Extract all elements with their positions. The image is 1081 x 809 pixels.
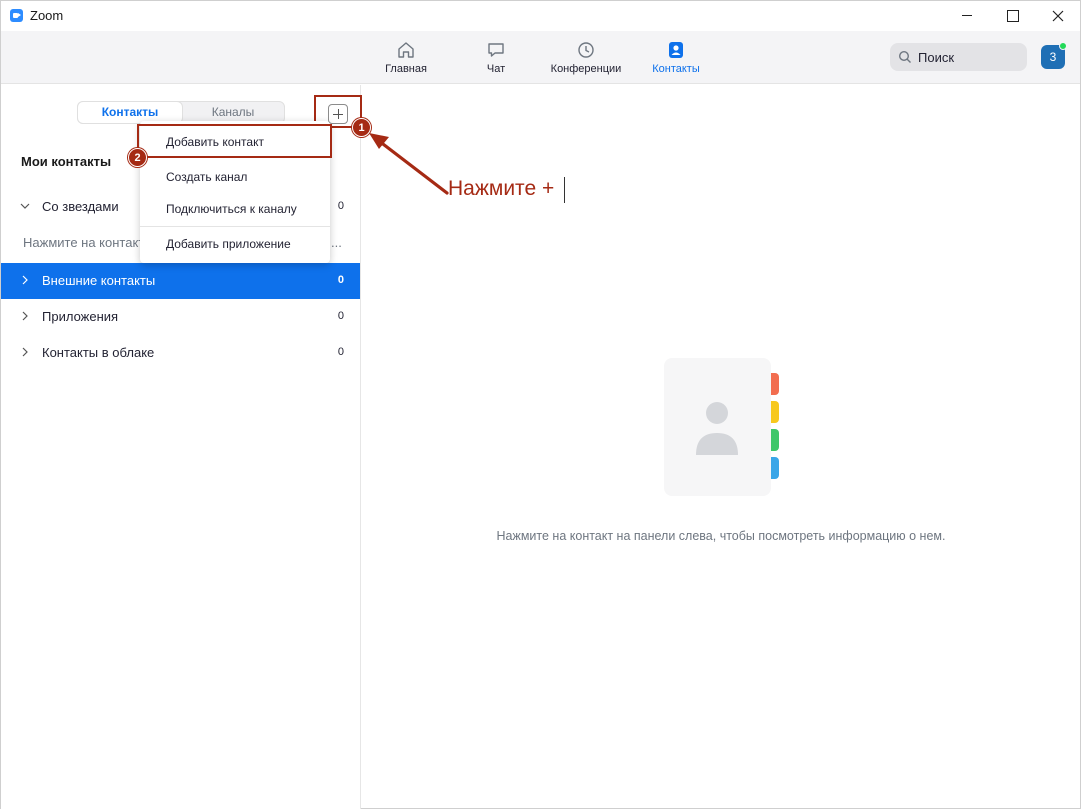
chevron-right-icon: [22, 311, 28, 321]
contact-detail-panel: Нажмите на контакт на панели слева, чтоб…: [362, 85, 1080, 809]
search-icon: [898, 50, 911, 63]
group-cloud-label: Контакты в облаке: [42, 345, 155, 360]
close-icon: [1052, 10, 1064, 22]
empty-state-message: Нажмите на контакт на панели слева, чтоб…: [496, 529, 946, 543]
group-cloud-count: 0: [337, 346, 344, 358]
zoom-window: Zoom Главная Чат Конференции Контакты По…: [0, 0, 1081, 809]
contacts-icon: [669, 42, 683, 58]
search-input[interactable]: [918, 47, 1018, 67]
chat-icon: [488, 43, 504, 57]
group-external-count: 0: [337, 274, 344, 286]
chevron-right-icon: [22, 347, 28, 357]
group-external-label: Внешние контакты: [42, 273, 156, 288]
starred-hint-ellipsis: ...: [331, 235, 342, 250]
group-cloud[interactable]: Контакты в облаке 0: [1, 335, 360, 371]
clock-icon: [578, 42, 594, 58]
nav-contacts[interactable]: Контакты: [646, 31, 706, 84]
menu-item-add-app[interactable]: Добавить приложение: [140, 229, 330, 259]
nav-contacts-label: Контакты: [652, 63, 700, 75]
group-starred-count: 0: [337, 200, 344, 212]
chevron-down-icon: [20, 203, 30, 209]
chevron-right-icon: [22, 275, 28, 285]
search-box[interactable]: [890, 43, 1027, 71]
nav-meetings-label: Конференции: [550, 63, 622, 75]
minimize-button[interactable]: [944, 1, 990, 31]
add-contact-highlight: [137, 124, 332, 158]
zoom-logo-icon: [10, 9, 23, 22]
top-navigation: Главная Чат Конференции Контакты Поиск 3: [1, 31, 1080, 84]
step-badge-2: 2: [128, 148, 147, 167]
maximize-button[interactable]: [989, 1, 1035, 31]
starred-hint-text: Нажмите на контакт: [23, 235, 145, 250]
home-icon: [398, 42, 414, 58]
window-title: Zoom: [30, 8, 64, 23]
address-book-illustration-icon: [664, 358, 779, 496]
title-bar: Zoom: [1, 1, 1080, 31]
tab-contacts[interactable]: Контакты: [78, 102, 182, 123]
group-apps-label: Приложения: [42, 309, 119, 324]
nav-chat-label: Чат: [486, 63, 506, 75]
nav-home[interactable]: Главная: [379, 31, 433, 84]
group-starred-label: Со звездами: [42, 199, 119, 214]
nav-home-label: Главная: [385, 63, 427, 75]
close-button[interactable]: [1035, 1, 1081, 31]
menu-item-create-channel[interactable]: Создать канал: [140, 162, 330, 192]
nav-meetings[interactable]: Конференции: [543, 31, 629, 84]
menu-divider: [140, 226, 330, 227]
section-title-my-contacts: Мои контакты: [21, 154, 112, 169]
nav-chat[interactable]: Чат: [471, 31, 521, 84]
online-status-dot: [1059, 42, 1067, 50]
tab-channels[interactable]: Каналы: [181, 102, 285, 123]
menu-item-join-channel[interactable]: Подключиться к каналу: [140, 194, 330, 224]
group-external[interactable]: Внешние контакты 0: [1, 263, 360, 299]
group-apps-count: 0: [337, 310, 344, 322]
group-apps[interactable]: Приложения 0: [1, 299, 360, 335]
